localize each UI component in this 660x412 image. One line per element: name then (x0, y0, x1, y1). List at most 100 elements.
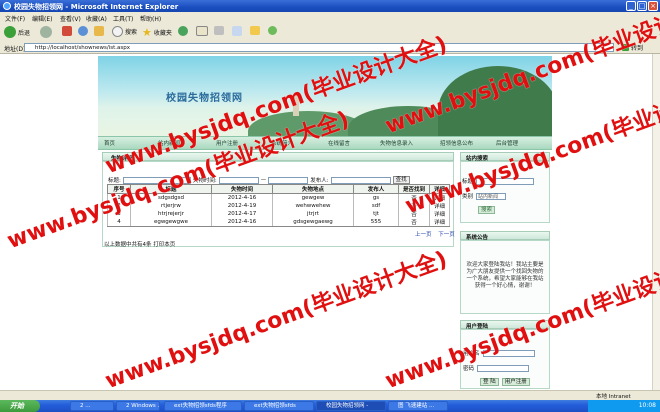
mail-button[interactable] (196, 26, 208, 36)
cell-place: jtrjrt (272, 210, 354, 218)
search-button[interactable]: 搜索 (112, 26, 137, 37)
nav-found-list[interactable]: 招领信息公布 (440, 139, 473, 147)
site-title: 校园失物招领网 (166, 93, 243, 104)
cell-place: wehwwehew (272, 202, 354, 210)
taskbar-item[interactable]: 图 飞速建站 ... (388, 401, 448, 411)
nav-about[interactable]: 系统简介 (271, 139, 293, 147)
username-label: 用户名 (463, 351, 480, 357)
cell-time: 2012-4-16 (211, 193, 273, 202)
refresh-icon (78, 26, 88, 36)
site-nav: 首页 站内新闻 用户注册 系统简介 在线留言 失物信息录入 招领信息公布 后台管… (98, 136, 552, 150)
register-button[interactable]: 用户注册 (501, 378, 530, 386)
address-label: 地址(D) (4, 46, 26, 53)
cell-found: 否 (398, 202, 430, 210)
sidebar-notice-header: 系统公告 (460, 231, 550, 241)
edit-button[interactable] (232, 26, 242, 36)
password-input[interactable] (477, 364, 530, 372)
detail-link[interactable]: 详细 (429, 218, 450, 227)
search-time-to-input[interactable] (268, 176, 309, 184)
maximize-button[interactable]: □ (637, 1, 647, 11)
windows-taskbar: 开始 2 ... 2 Windows ... ext失物招领sfds程序 ext… (0, 400, 660, 412)
table-header-row: 序号 标题 失物时间 失物地点 发布人 是否找到 详细 (107, 184, 450, 194)
nav-news[interactable]: 站内新闻 (158, 139, 180, 147)
history-button[interactable] (178, 26, 188, 36)
sidebar-login-header: 用户登陆 (460, 320, 550, 330)
address-bar: 地址(D) http://localhost/shownews/ist.aspx… (0, 42, 660, 54)
favorites-button[interactable]: ★ 收藏夹 (142, 26, 172, 39)
sidebar-category-row: 类别 站内新闻 (462, 192, 507, 200)
col-publisher: 发布人 (353, 184, 399, 194)
table-row: 3 htrjrejerjr 2012-4-17 jtrjrt tjt 否 详细 (107, 210, 450, 218)
star-icon: ★ (142, 26, 152, 39)
search-time-from-input[interactable] (218, 176, 259, 184)
back-button[interactable]: 后退 (4, 26, 30, 38)
col-found: 是否找到 (398, 184, 430, 194)
cell-found: 否 (398, 210, 430, 218)
prev-page-link[interactable]: 上一页 (415, 232, 432, 238)
username-row: 用户名 (463, 349, 535, 357)
messenger-icon (268, 26, 277, 35)
refresh-button[interactable] (78, 26, 88, 36)
start-button[interactable]: 开始 (0, 400, 40, 412)
sidebar-title-label: 标题 (462, 179, 474, 185)
search-place-input[interactable] (330, 176, 391, 184)
sidebar-category-select[interactable]: 站内新闻 (476, 192, 507, 200)
table-row: 4 egwgewgwe 2012-4-16 gdsgewgaewg 555 否 … (107, 218, 450, 227)
cell-found: 否 (398, 218, 430, 227)
detail-link[interactable]: 详细 (429, 210, 450, 218)
col-index: 序号 (107, 184, 131, 194)
nav-admin[interactable]: 后台管理 (496, 139, 518, 147)
nav-register[interactable]: 用户注册 (216, 139, 238, 147)
menu-view[interactable]: 查看(V) (60, 14, 81, 23)
password-row: 密码 (463, 364, 530, 372)
home-button[interactable] (94, 26, 104, 36)
nav-lost-entry[interactable]: 失物信息录入 (380, 139, 413, 147)
cell-publisher: 555 (353, 218, 399, 227)
password-label: 密码 (463, 366, 475, 372)
print-button[interactable] (214, 26, 224, 35)
taskbar-item[interactable]: ext失物招领sfds (244, 401, 314, 411)
taskbar-item[interactable]: 2 Windows ... (116, 401, 160, 411)
search-place-label: 发布人: (310, 178, 329, 184)
forward-button[interactable] (40, 26, 52, 38)
taskbar-item[interactable]: 2 ... (70, 401, 114, 411)
vertical-scrollbar[interactable] (652, 54, 660, 390)
window-title: 校园失物招领网 - Microsoft Internet Explorer (14, 3, 179, 11)
sidebar-title-input[interactable] (476, 177, 535, 185)
lost-items-table: 序号 标题 失物时间 失物地点 发布人 是否找到 详细 1 sdgsdgsd 2… (107, 184, 450, 227)
menu-edit[interactable]: 编辑(E) (32, 14, 52, 23)
cell-time: 2012-4-19 (211, 202, 273, 210)
go-button[interactable]: 转到 (622, 43, 652, 52)
messenger-button[interactable] (268, 26, 277, 35)
address-input[interactable]: http://localhost/shownews/ist.aspx (24, 43, 614, 52)
folder-button[interactable] (250, 26, 260, 35)
cell-place: gdsgewgaewg (272, 218, 354, 227)
next-page-link[interactable]: 下一页 (438, 232, 455, 238)
menu-tools[interactable]: 工具(T) (113, 14, 133, 23)
browser-toolbar: 后退 搜索 ★ 收藏夹 (0, 23, 660, 43)
menu-help[interactable]: 帮助(H) (140, 14, 161, 23)
sidebar-category-label: 类别 (462, 194, 474, 200)
search-submit-button[interactable]: 查找 (392, 176, 410, 184)
login-button[interactable]: 登 陆 (480, 378, 499, 386)
search-title-input[interactable] (122, 176, 191, 184)
taskbar-item[interactable]: 校园失物招领网 - (316, 401, 386, 411)
banner-pagoda (293, 94, 299, 116)
detail-link[interactable]: 详细 (429, 202, 450, 210)
detail-link[interactable]: 详细 (429, 193, 450, 202)
taskbar-item[interactable]: ext失物招领sfds程序 (164, 401, 242, 411)
cell-title: rtjerjrw (130, 202, 212, 210)
nav-message[interactable]: 在线留言 (328, 139, 350, 147)
menu-file[interactable]: 文件(F) (5, 14, 25, 23)
minimize-button[interactable]: _ (626, 1, 636, 11)
sidebar-search-button[interactable]: 搜索 (478, 206, 496, 214)
menu-favorites[interactable]: 收藏(A) (86, 14, 107, 23)
print-icon (214, 26, 224, 35)
mail-icon (196, 26, 208, 36)
search-title-label: 标题: (108, 178, 121, 184)
close-button[interactable]: × (648, 1, 658, 11)
username-input[interactable] (482, 349, 535, 357)
nav-home[interactable]: 首页 (104, 139, 115, 147)
search-time-dash: — (260, 177, 267, 183)
stop-button[interactable] (62, 26, 72, 36)
